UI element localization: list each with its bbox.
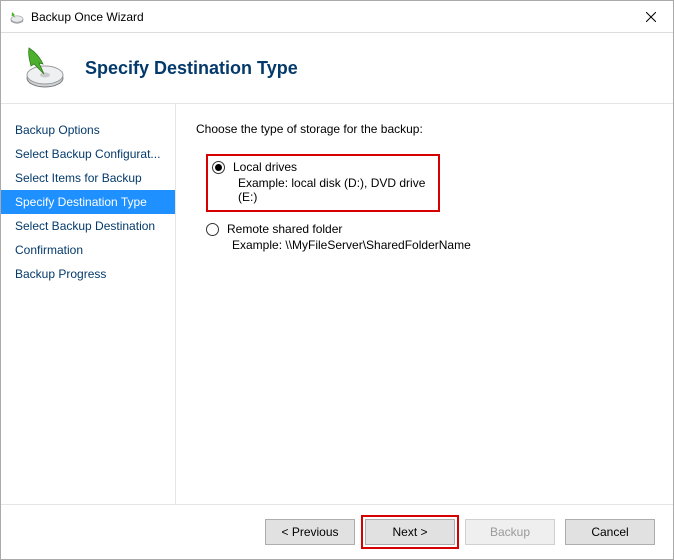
backup-button: Backup: [465, 519, 555, 545]
wizard-body: Backup Options Select Backup Configurat.…: [1, 103, 673, 504]
option-remote-shared-folder-example: Example: \\MyFileServer\SharedFolderName: [232, 238, 653, 252]
sidebar: Backup Options Select Backup Configurat.…: [1, 104, 176, 504]
sidebar-item-backup-options[interactable]: Backup Options: [1, 118, 175, 142]
window-title: Backup Once Wizard: [31, 10, 628, 24]
close-button[interactable]: [628, 1, 673, 32]
sidebar-item-select-backup-config[interactable]: Select Backup Configurat...: [1, 142, 175, 166]
wizard-header: Specify Destination Type: [1, 33, 673, 103]
option-local-drives[interactable]: Local drives: [212, 160, 432, 174]
option-local-drives-example: Example: local disk (D:), DVD drive (E:): [238, 176, 432, 204]
page-title: Specify Destination Type: [85, 58, 298, 79]
close-icon: [646, 12, 656, 22]
sidebar-item-select-items[interactable]: Select Items for Backup: [1, 166, 175, 190]
prompt-text: Choose the type of storage for the backu…: [196, 122, 653, 136]
wizard-footer: < Previous Next > Backup Cancel: [1, 504, 673, 559]
next-button[interactable]: Next >: [365, 519, 455, 545]
cancel-button[interactable]: Cancel: [565, 519, 655, 545]
option-remote-shared-folder[interactable]: Remote shared folder: [206, 222, 653, 236]
sidebar-item-backup-progress[interactable]: Backup Progress: [1, 262, 175, 286]
sidebar-item-confirmation[interactable]: Confirmation: [1, 238, 175, 262]
previous-button[interactable]: < Previous: [265, 519, 355, 545]
sidebar-item-specify-destination-type[interactable]: Specify Destination Type: [1, 190, 175, 214]
option-local-drives-highlight: Local drives Example: local disk (D:), D…: [206, 154, 440, 212]
wizard-window: Backup Once Wizard Specify Destination T…: [0, 0, 674, 560]
radio-local-drives[interactable]: [212, 161, 225, 174]
option-remote-shared-folder-label: Remote shared folder: [227, 222, 342, 236]
option-local-drives-label: Local drives: [233, 160, 297, 174]
wizard-icon: [19, 44, 67, 92]
titlebar: Backup Once Wizard: [1, 1, 673, 33]
content-area: Choose the type of storage for the backu…: [176, 104, 673, 504]
sidebar-item-select-backup-destination[interactable]: Select Backup Destination: [1, 214, 175, 238]
radio-remote-shared-folder[interactable]: [206, 223, 219, 236]
app-icon: [9, 9, 25, 25]
destination-type-group: Local drives Example: local disk (D:), D…: [206, 154, 653, 252]
